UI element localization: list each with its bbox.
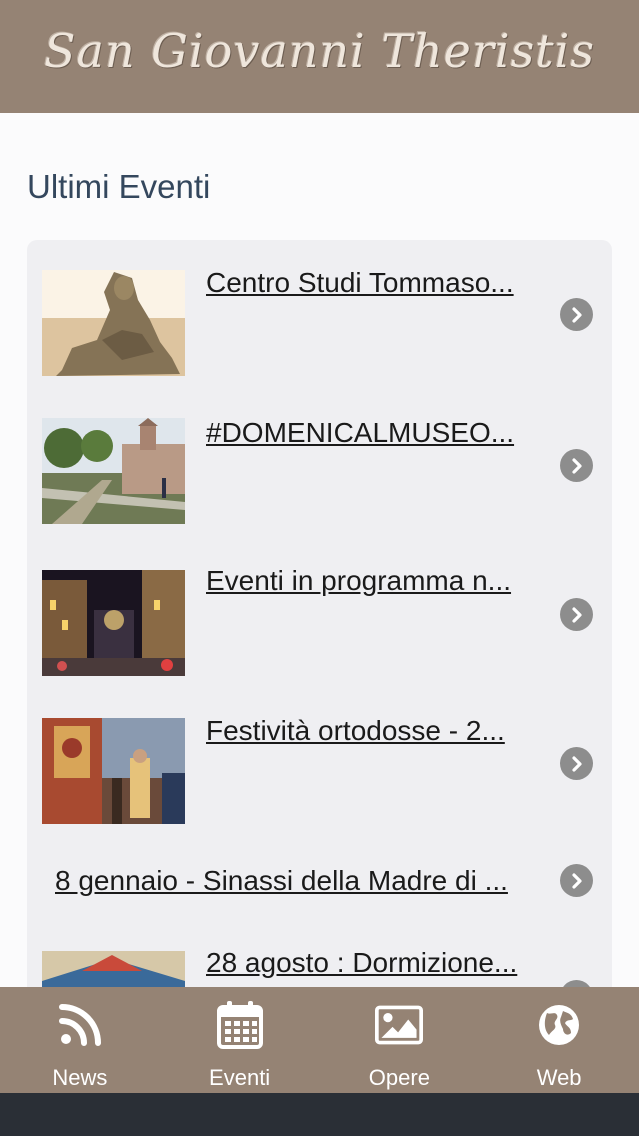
tab-news[interactable]: News [0, 987, 160, 1093]
tab-web[interactable]: Web [479, 987, 639, 1093]
rss-icon [56, 1001, 104, 1049]
chevron-right-icon[interactable] [560, 598, 593, 631]
tab-eventi[interactable]: Eventi [160, 987, 320, 1093]
church-thumbnail [42, 418, 185, 524]
tab-label: Web [536, 1065, 582, 1090]
list-item[interactable]: Eventi in programma n... [27, 540, 612, 690]
tab-bar: News Eventi Opere Web [0, 987, 639, 1093]
image-icon [375, 1001, 424, 1049]
tab-label: Eventi [209, 1065, 271, 1090]
item-title[interactable]: #DOMENICALMUSEO... [206, 416, 536, 450]
calendar-icon [216, 1001, 264, 1049]
chevron-right-icon[interactable] [560, 298, 593, 331]
list-item[interactable]: Festività ortodosse - 2... [27, 690, 612, 840]
chevron-right-icon[interactable] [560, 864, 593, 897]
list-item[interactable]: 8 gennaio - Sinassi della Madre di ... [27, 840, 612, 930]
item-title[interactable]: Festività ortodosse - 2... [206, 714, 536, 748]
app-screen: San Giovanni Theristis Ultimi Eventi Cen… [0, 0, 639, 1136]
section-title: Ultimi Eventi [27, 168, 211, 205]
list-item[interactable]: #DOMENICALMUSEO... [27, 390, 612, 540]
chevron-right-icon[interactable] [560, 449, 593, 482]
tab-label: Opere [368, 1065, 430, 1090]
app-logo: San Giovanni Theristis [44, 23, 595, 78]
tab-opere[interactable]: Opere [320, 987, 480, 1093]
item-title[interactable]: Centro Studi Tommaso... [206, 266, 536, 300]
street-night-thumbnail [42, 570, 185, 676]
app-header: San Giovanni Theristis [0, 0, 639, 113]
tab-label: News [52, 1065, 108, 1090]
icon-ceremony-thumbnail [42, 718, 185, 824]
globe-icon [535, 1001, 583, 1049]
list-item[interactable]: Centro Studi Tommaso... [27, 240, 612, 390]
statue-thumbnail [42, 270, 185, 376]
item-title[interactable]: 28 agosto : Dormizione... [206, 946, 536, 980]
chevron-right-icon[interactable] [560, 747, 593, 780]
item-title[interactable]: Eventi in programma n... [206, 564, 536, 598]
system-navigation-bar [0, 1093, 639, 1136]
events-list: Centro Studi Tommaso... #DOMENICALMUSEO.… [27, 240, 612, 1000]
item-title[interactable]: 8 gennaio - Sinassi della Madre di ... [55, 864, 525, 898]
